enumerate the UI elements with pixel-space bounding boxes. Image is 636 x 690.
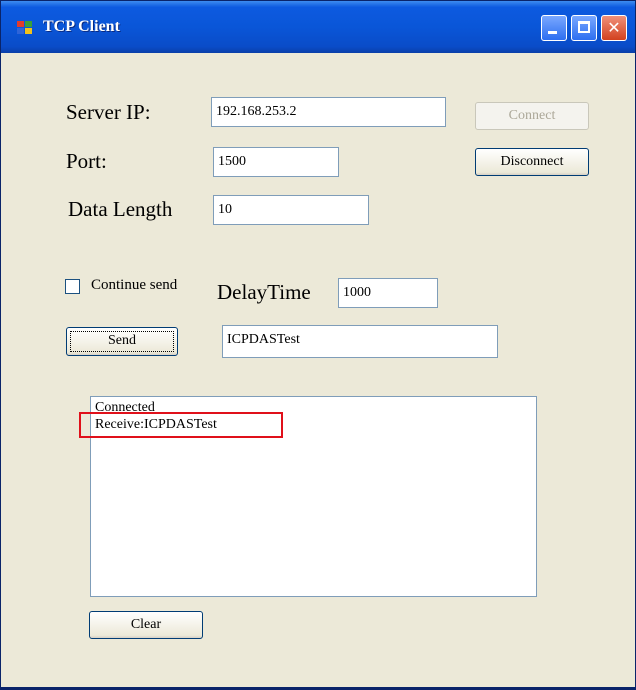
disconnect-button[interactable]: Disconnect — [475, 148, 589, 176]
continue-send-label[interactable]: Continue send — [91, 277, 177, 294]
tcp-client-window: TCP Client ✕ Server IP: 192.168.253.2 Co… — [0, 0, 636, 690]
continue-send-checkbox[interactable] — [65, 279, 80, 294]
server-ip-input[interactable]: 192.168.253.2 — [211, 97, 446, 127]
focus-rect — [70, 331, 174, 352]
window-title: TCP Client — [43, 18, 120, 35]
port-label: Port: — [66, 149, 107, 173]
window-bottom-border — [1, 687, 635, 689]
send-text-input[interactable]: ICPDASTest — [222, 325, 498, 358]
delay-time-label: DelayTime — [217, 280, 311, 304]
data-length-input[interactable]: 10 — [213, 195, 369, 225]
app-icon — [17, 21, 33, 35]
title-bar[interactable]: TCP Client ✕ — [1, 1, 635, 53]
send-button[interactable]: Send — [66, 327, 178, 356]
maximize-button[interactable] — [571, 15, 597, 41]
receive-highlight-box — [79, 412, 283, 438]
maximize-icon — [578, 21, 590, 33]
close-button[interactable]: ✕ — [601, 15, 627, 41]
data-length-label: Data Length — [68, 197, 173, 221]
clear-button[interactable]: Clear — [89, 611, 203, 639]
close-icon: ✕ — [607, 18, 621, 37]
server-ip-label: Server IP: — [66, 100, 151, 124]
minimize-icon — [548, 31, 557, 34]
port-input[interactable]: 1500 — [213, 147, 339, 177]
connect-button[interactable]: Connect — [475, 102, 589, 130]
minimize-button[interactable] — [541, 15, 567, 41]
delay-time-input[interactable]: 1000 — [338, 278, 438, 308]
